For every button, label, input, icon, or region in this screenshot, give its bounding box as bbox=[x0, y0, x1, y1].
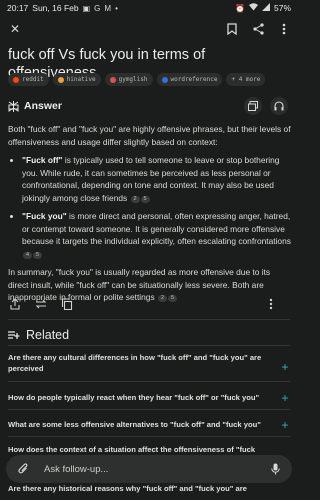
signal-icon bbox=[261, 3, 270, 13]
attach-button[interactable] bbox=[16, 462, 30, 476]
close-icon: ✕ bbox=[9, 22, 21, 36]
related-heading-label: Related bbox=[26, 328, 70, 342]
source-chip-label: wordreference bbox=[170, 76, 218, 83]
copy-button[interactable] bbox=[60, 297, 74, 311]
bookmark-icon bbox=[227, 23, 237, 35]
bullet-term: "Fuck off" bbox=[22, 155, 63, 165]
answer-intro: Both "fuck off" and "fuck you" are highl… bbox=[8, 124, 291, 147]
answer-actions bbox=[244, 97, 288, 115]
voice-input-button[interactable] bbox=[268, 462, 282, 476]
divider bbox=[8, 436, 290, 437]
alarm-icon: ⏰ bbox=[235, 3, 245, 13]
plus-icon: + bbox=[281, 360, 289, 374]
source-chip[interactable]: reddit bbox=[8, 73, 49, 86]
related-question-text[interactable]: Are there any historical reasons why "fu… bbox=[8, 483, 270, 494]
divider bbox=[8, 409, 290, 410]
related-question-item[interactable]: How do people typically react when they … bbox=[8, 391, 290, 405]
sources-row: reddit hinative gymglish wordreference + 4 m… bbox=[8, 73, 266, 86]
related-question-item[interactable]: How does the context of a situation affe… bbox=[8, 444, 290, 455]
related-list-icon bbox=[8, 331, 20, 339]
answer-action-row bbox=[8, 296, 290, 312]
bullet-term: "Fuck you" bbox=[22, 211, 67, 221]
source-chip[interactable]: hinative bbox=[52, 73, 101, 86]
citation-badge[interactable]: 4 bbox=[23, 251, 32, 259]
rewrite-button[interactable] bbox=[34, 297, 48, 311]
listen-button[interactable] bbox=[270, 97, 288, 115]
paperclip-icon bbox=[17, 463, 27, 474]
battery-percent: 57% bbox=[273, 3, 291, 13]
answer-bullet: "Fuck you" is more direct and personal, … bbox=[22, 210, 291, 260]
answer-body: Both "fuck off" and "fuck you" are highl… bbox=[8, 123, 291, 310]
headphones-icon bbox=[274, 101, 284, 111]
notification-dot-icon: • bbox=[115, 3, 118, 13]
related-question-item[interactable]: Are there any cultural differences in ho… bbox=[8, 352, 290, 374]
source-chip-label: gymglish bbox=[118, 76, 148, 83]
related-question-text: Are there any cultural differences in ho… bbox=[8, 353, 262, 373]
follow-up-input[interactable]: Ask follow-up... bbox=[44, 464, 268, 475]
image-gallery-icon bbox=[248, 101, 258, 111]
related-heading: Related bbox=[8, 328, 69, 342]
source-chip-label: reddit bbox=[22, 76, 44, 83]
share-answer-button[interactable] bbox=[8, 297, 22, 311]
share-arrow-icon bbox=[10, 298, 20, 310]
source-chip-label: hinative bbox=[66, 76, 96, 83]
source-favicon-icon bbox=[109, 76, 116, 83]
citation-badge[interactable]: 5 bbox=[140, 195, 150, 203]
top-bar: ✕ bbox=[0, 18, 298, 40]
share-button[interactable] bbox=[250, 20, 266, 38]
microphone-icon bbox=[270, 463, 280, 475]
source-chip[interactable]: wordreference bbox=[156, 73, 223, 86]
citation-badge[interactable]: 2 bbox=[130, 195, 140, 203]
divider bbox=[8, 345, 290, 346]
plus-icon: + bbox=[281, 418, 289, 432]
images-button[interactable] bbox=[244, 97, 262, 115]
related-question-text: What are some less offensive alternative… bbox=[8, 420, 261, 429]
answer-heading: Answer bbox=[8, 100, 62, 112]
source-chip-label: + 4 more bbox=[231, 76, 261, 83]
share-icon bbox=[252, 23, 264, 35]
more-vertical-icon bbox=[282, 23, 286, 35]
source-favicon-icon bbox=[57, 76, 64, 83]
answer-bullet: "Fuck off" is typically used to tell som… bbox=[22, 154, 291, 204]
answer-bullets: "Fuck off" is typically used to tell som… bbox=[8, 154, 291, 260]
source-favicon-icon bbox=[13, 76, 19, 83]
bookmark-button[interactable] bbox=[224, 20, 240, 38]
photos-icon: ▣ bbox=[82, 3, 91, 13]
close-button[interactable]: ✕ bbox=[6, 20, 24, 38]
gmail-icon: M bbox=[104, 3, 112, 13]
answer-heading-label: Answer bbox=[24, 100, 62, 112]
citation-badge[interactable]: 5 bbox=[33, 251, 42, 259]
answer-logo-icon bbox=[8, 100, 19, 112]
related-question-item[interactable]: What are some less offensive alternative… bbox=[8, 418, 290, 432]
plus-icon: + bbox=[281, 391, 289, 405]
source-favicon-icon bbox=[161, 76, 168, 83]
source-chip[interactable]: + 4 more bbox=[226, 73, 266, 86]
more-vertical-icon bbox=[269, 298, 273, 310]
divider bbox=[8, 319, 290, 320]
divider bbox=[8, 381, 290, 382]
status-time: 20:17 bbox=[7, 3, 29, 13]
copy-icon bbox=[61, 298, 73, 310]
wifi-icon bbox=[248, 3, 258, 13]
follow-up-bar[interactable]: Ask follow-up... bbox=[6, 455, 292, 483]
related-question-text: How does the context of a situation affe… bbox=[8, 445, 256, 454]
status-date: Sun, 16 Feb bbox=[32, 3, 79, 13]
source-chip[interactable]: gymglish bbox=[104, 73, 153, 86]
rewrite-icon bbox=[35, 299, 47, 309]
status-bar: 20:17 Sun, 16 Feb ▣ G M • ⏰ 57% bbox=[0, 0, 298, 16]
related-question-text: How do people typically react when they … bbox=[8, 393, 260, 402]
google-icon: G bbox=[94, 3, 101, 13]
more-options-button[interactable] bbox=[276, 20, 292, 38]
answer-more-button[interactable] bbox=[264, 297, 278, 311]
